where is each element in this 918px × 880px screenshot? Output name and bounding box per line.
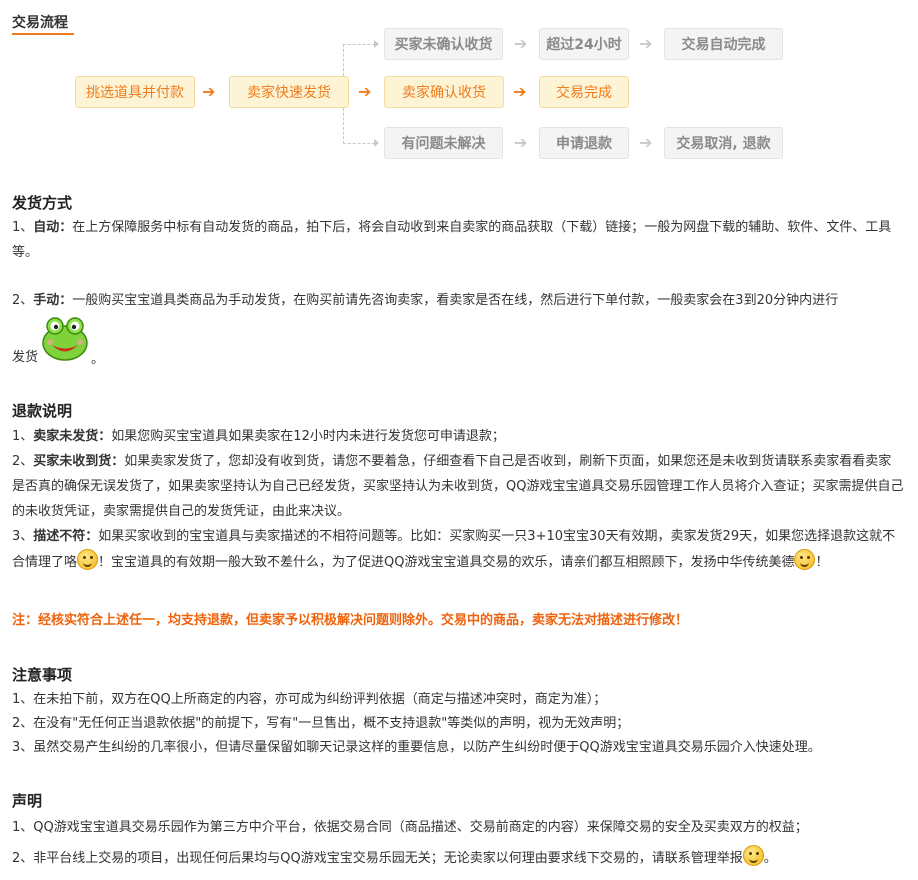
- arrow-right-icon: ➔: [514, 34, 528, 53]
- statement-item-2-text: 2、非平台线上交易的项目，出现任何后果均与QQ游戏宝宝交易乐园无关；无论卖家以何…: [12, 851, 743, 866]
- shipping-manual-tail-b: 。: [91, 352, 105, 367]
- flow-connector: [343, 108, 344, 144]
- refund-item-2-text: 如果卖家发货了，您却没有收到货，请您不要着急，仔细查看下自己是否收到，刷新下页面…: [12, 454, 904, 519]
- list-index: 2、: [12, 293, 34, 308]
- notice-item-2: 2、在没有"无任何正当退款依据"的前提下，写有"一旦售出，概不支持退款"等类似的…: [12, 716, 630, 731]
- flow-step-buyer-unconfirmed: 买家未确认收货: [384, 28, 503, 60]
- list-index: 1、: [12, 220, 34, 235]
- shipping-manual-text: 一般购买宝宝道具类商品为手动发货，在购买前请先咨询卖家，看卖家是否在线，然后进行…: [72, 293, 839, 308]
- flow-connector: [343, 44, 344, 76]
- notice-item-3: 3、虽然交易产生纠纷的几率很小，但请尽量保留如聊天记录这样的重要信息，以防产生纠…: [12, 740, 821, 755]
- smiley-emoticon-icon: [794, 549, 816, 570]
- flow-step-cancel-refund: 交易取消, 退款: [664, 127, 783, 159]
- refund-note: 注：经核实符合上述任一，均支持退款，但卖家予以积极解决问题则除外。交易中的商品，…: [12, 613, 689, 628]
- flow-step-problem-unresolved: 有问题未解决: [384, 127, 503, 159]
- statement-item-2-tail: 。: [763, 851, 777, 866]
- smiley-emoticon-icon: [742, 845, 764, 866]
- shipping-manual-paragraph: 2、手动：一般购买宝宝道具类商品为手动发货，在购买前请先咨询卖家，看卖家是否在线…: [12, 288, 904, 313]
- flow-step-apply-refund: 申请退款: [539, 127, 629, 159]
- shipping-manual-tail-a: 发货: [12, 350, 39, 365]
- section-title-shipping: 发货方式: [12, 194, 73, 212]
- arrow-right-icon: ➔: [202, 82, 216, 101]
- refund-item-3-text-b: ！宝宝道具的有效期一般大致不差什么，为了促进QQ游戏宝宝道具交易的欢乐，请亲们都…: [98, 555, 795, 570]
- shipping-auto-text: 在上方保障服务中标有自动发货的商品，拍下后，将会自动收到来自卖家的商品获取（下载…: [12, 220, 892, 260]
- section-title-refund: 退款说明: [12, 402, 73, 420]
- refund-item-2-label: 买家未收到货：: [33, 454, 125, 469]
- shipping-manual-label: 手动：: [33, 293, 73, 308]
- refund-item-1-label: 卖家未发货：: [33, 429, 112, 444]
- refund-item-1: 1、卖家未发货：如果您购买宝宝道具如果卖家在12小时内未进行发货您可申请退款；: [12, 424, 904, 449]
- arrow-right-icon: ➔: [639, 133, 653, 152]
- flow-step-over-24h: 超过24小时: [539, 28, 629, 60]
- arrow-right-icon: ➔: [358, 82, 372, 101]
- refund-item-3-label: 描述不符：: [33, 529, 99, 544]
- smiley-emoticon-icon: [77, 549, 99, 570]
- flow-step-complete: 交易完成: [539, 76, 629, 108]
- statement-item-2: 2、非平台线上交易的项目，出现任何后果均与QQ游戏宝宝交易乐园无关；无论卖家以何…: [12, 845, 904, 871]
- statement-item-1: 1、QQ游戏宝宝道具交易乐园作为第三方中介平台，依据交易合同（商品描述、交易前商…: [12, 820, 808, 835]
- flow-step-auto-complete: 交易自动完成: [664, 28, 783, 60]
- section-title-statement: 声明: [12, 792, 43, 810]
- notice-item-1: 1、在未拍下前，双方在QQ上所商定的内容，亦可成为纠纷评判依据（商定与描述冲突时…: [12, 692, 607, 707]
- flow-connector: [343, 143, 375, 144]
- shipping-auto-paragraph: 1、自动：在上方保障服务中标有自动发货的商品，拍下后，将会自动收到来自卖家的商品…: [12, 215, 904, 265]
- frog-emoticon-icon: [42, 317, 88, 361]
- refund-item-1-text: 如果您购买宝宝道具如果卖家在12小时内未进行发货您可申请退款；: [111, 429, 505, 444]
- flow-connector-tip: [374, 139, 379, 147]
- flow-step-seller-ship: 卖家快速发货: [229, 76, 349, 108]
- flow-step-seller-confirm: 卖家确认收货: [384, 76, 504, 108]
- flow-connector: [343, 44, 375, 45]
- arrow-right-icon: ➔: [513, 82, 527, 101]
- shipping-auto-label: 自动：: [33, 220, 73, 235]
- list-index: 3、: [12, 529, 34, 544]
- arrow-right-icon: ➔: [514, 133, 528, 152]
- title-underline: [12, 33, 74, 35]
- flow-connector-tip: [374, 40, 379, 48]
- list-index: 2、: [12, 454, 34, 469]
- section-title-notice: 注意事项: [12, 666, 73, 684]
- list-index: 1、: [12, 429, 34, 444]
- flow-step-select-pay: 挑选道具并付款: [75, 76, 195, 108]
- arrow-right-icon: ➔: [639, 34, 653, 53]
- refund-item-3-text-c: ！: [815, 555, 829, 570]
- refund-item-2: 2、买家未收到货：如果卖家发货了，您却没有收到货，请您不要着急，仔细查看下自己是…: [12, 449, 904, 524]
- refund-item-3: 3、描述不符：如果买家收到的宝宝道具与卖家描述的不相符问题等。比如：买家购买一只…: [12, 524, 904, 575]
- page-title: 交易流程: [12, 15, 68, 31]
